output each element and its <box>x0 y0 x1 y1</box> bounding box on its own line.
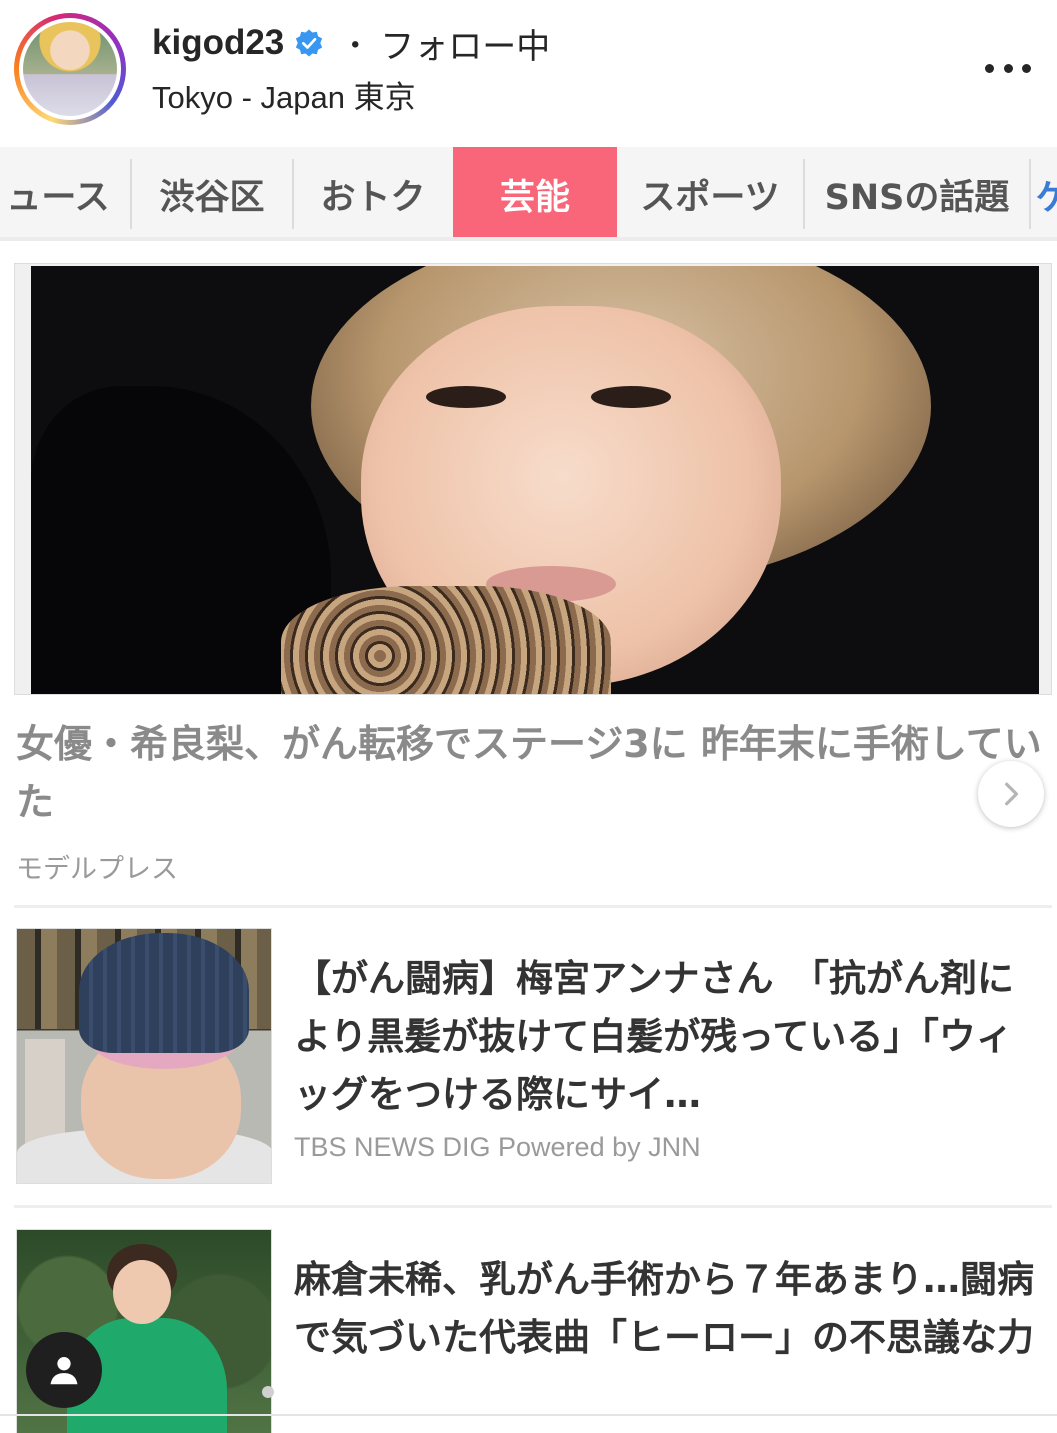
photo-scarf <box>281 586 611 694</box>
tab-deals[interactable]: おトク <box>294 147 452 237</box>
more-horizontal-icon <box>985 63 994 73</box>
tab-sns-topics[interactable]: SNSの話題 <box>805 147 1029 237</box>
carousel-dot <box>262 1386 274 1398</box>
tab-sports[interactable]: スポーツ <box>617 147 803 237</box>
tab-label: スポーツ <box>640 177 780 218</box>
tab-label: ュース <box>6 177 110 218</box>
hero-image[interactable] <box>14 263 1052 695</box>
tab-separator <box>1029 159 1031 229</box>
username-row: kigod23 ・ フォロー中 <box>152 19 550 68</box>
thumb-face <box>113 1260 171 1324</box>
article-title[interactable]: 【がん闘病】梅宮アンナさん 「抗がん剤により黒髪が抜けて白髪が残っている」「ウィ… <box>294 950 1039 1124</box>
tab-label: 芸能 <box>499 177 570 218</box>
tab-label: SNSの話題 <box>824 177 1010 218</box>
tab-label: ゲ <box>1036 169 1057 220</box>
article-source: TBS NEWS DIG Powered by JNN <box>294 1132 701 1162</box>
category-tabbar: ュース 渋谷区 おトク 芸能 スポーツ SNSの話題 ゲ <box>0 147 1057 241</box>
thumb-beanie <box>79 933 249 1053</box>
tab-label: おトク <box>320 177 426 218</box>
list-item[interactable]: 麻倉未稀、乳がん手術から７年あまり…闘病で気づいた代表曲「ヒーロー」の不思議な力 <box>14 1229 1052 1433</box>
avatar[interactable] <box>23 22 117 116</box>
tab-games[interactable]: ゲ <box>1036 147 1057 237</box>
verified-badge-icon <box>296 29 323 57</box>
tab-entertainment[interactable]: 芸能 <box>453 147 617 237</box>
hero-source: モデルプレス <box>16 854 178 885</box>
profile-person-icon <box>50 1357 78 1385</box>
tab-news[interactable]: ュース <box>0 147 128 237</box>
tab-label: 渋谷区 <box>159 177 265 218</box>
photo-eye <box>591 386 671 408</box>
post-location[interactable]: Tokyo - Japan 東京 <box>152 72 416 117</box>
username[interactable]: kigod23 <box>152 23 284 63</box>
tab-shibuya[interactable]: 渋谷区 <box>132 147 292 237</box>
post-header: kigod23 ・ フォロー中 Tokyo - Japan 東京 <box>0 0 1057 140</box>
next-article-button[interactable] <box>978 761 1044 827</box>
news-feed: 女優・希良梨、がん転移でステージ3に 昨年末に手術していた モデルプレス 【がん… <box>0 245 1057 1433</box>
feed-divider <box>14 905 1052 908</box>
article-thumbnail[interactable] <box>16 928 272 1184</box>
article-title[interactable]: 麻倉未稀、乳がん手術から７年あまり…闘病で気づいた代表曲「ヒーロー」の不思議な力 <box>294 1251 1039 1367</box>
avatar-gap <box>19 18 121 120</box>
profile-fab-button[interactable] <box>26 1332 102 1408</box>
hero-photo <box>31 266 1039 694</box>
follow-status[interactable]: フォロー中 <box>380 19 550 68</box>
story-ring[interactable] <box>14 13 126 125</box>
feed-divider <box>14 1205 1052 1208</box>
chevron-right-icon <box>1005 782 1019 806</box>
more-options-button[interactable] <box>985 50 1031 86</box>
list-item[interactable]: 【がん闘病】梅宮アンナさん 「抗がん剤により黒髪が抜けて白髪が残っている」「ウィ… <box>14 928 1052 1188</box>
bottom-divider <box>0 1414 1057 1416</box>
more-horizontal-icon <box>1022 63 1031 73</box>
photo-eye <box>426 386 506 408</box>
hero-title[interactable]: 女優・希良梨、がん転移でステージ3に 昨年末に手術していた <box>16 715 1046 831</box>
follow-separator: ・ <box>340 29 371 64</box>
more-horizontal-icon <box>1003 63 1013 73</box>
